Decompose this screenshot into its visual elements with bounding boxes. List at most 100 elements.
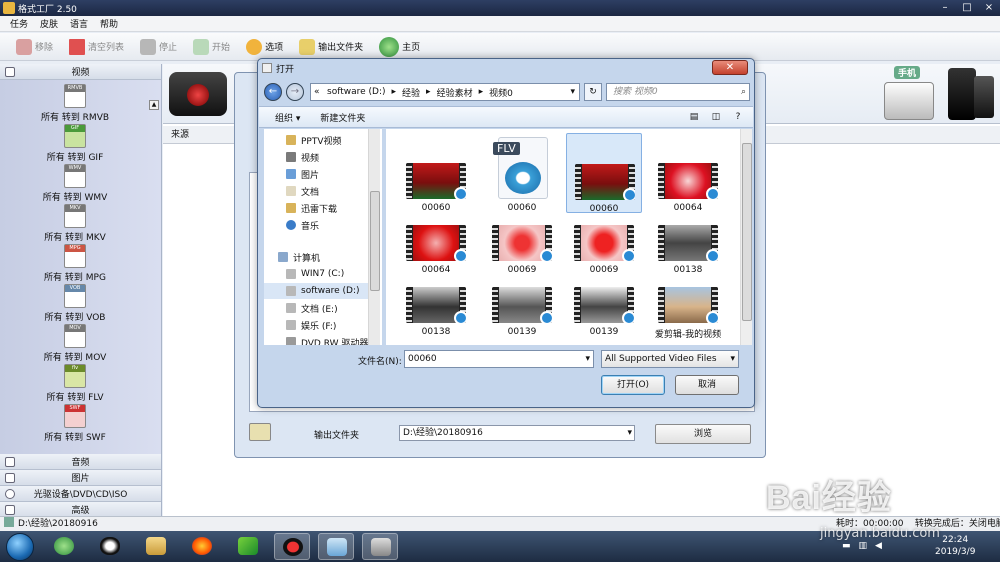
close-icon[interactable]: × bbox=[978, 0, 1000, 16]
format-mov[interactable]: MOV 所有 转到 MOV bbox=[0, 324, 150, 363]
home-button[interactable]: 主页 bbox=[373, 36, 426, 58]
breadcrumb-current[interactable]: 视频0 bbox=[489, 86, 513, 99]
task-qq[interactable] bbox=[92, 533, 128, 560]
remove-icon bbox=[16, 38, 32, 55]
sidebar-video-header[interactable]: 视频 bbox=[0, 64, 161, 80]
stop-button[interactable]: 停止 bbox=[134, 36, 183, 58]
browse-button[interactable]: 浏览 bbox=[655, 424, 751, 444]
task-video-app[interactable] bbox=[230, 533, 266, 560]
maximize-icon[interactable]: □ bbox=[956, 0, 978, 16]
nav-item-dvd[interactable]: DVD RW 驱动器 bbox=[286, 334, 368, 345]
breadcrumb-folder[interactable]: 经验 bbox=[402, 86, 420, 99]
nav-item-pictures[interactable]: 图片 bbox=[286, 166, 319, 182]
nav-item-label: 图片 bbox=[301, 170, 320, 181]
audio-label: 音频 bbox=[71, 458, 90, 468]
format-vob[interactable]: VOB 所有 转到 VOB bbox=[0, 284, 150, 323]
file-item[interactable]: 00138 bbox=[398, 257, 474, 337]
image-section-icon bbox=[5, 473, 15, 483]
output-folder-button[interactable]: 输出文件夹 bbox=[293, 36, 369, 58]
nav-item-drive-d[interactable]: software (D:) bbox=[264, 283, 374, 299]
nav-item-drive-e[interactable]: 文档 (E:) bbox=[286, 300, 338, 316]
task-recorder[interactable] bbox=[274, 533, 310, 560]
file-name: 爱剪辑-我的视频 bbox=[654, 330, 722, 340]
menu-help[interactable]: 帮助 bbox=[100, 17, 118, 30]
format-rmvb[interactable]: RMVB 所有 转到 RMVB bbox=[0, 84, 150, 123]
nav-scroll-thumb[interactable] bbox=[370, 191, 380, 291]
menu-language[interactable]: 语言 bbox=[70, 17, 88, 30]
phone-icon-2 bbox=[974, 76, 994, 118]
nav-item-documents[interactable]: 文档 bbox=[286, 183, 319, 199]
video-thumbnail bbox=[574, 225, 634, 261]
task-app-green[interactable] bbox=[46, 533, 82, 560]
menu-skin[interactable]: 皮肤 bbox=[40, 17, 58, 30]
nav-item-pptv[interactable]: PPTV视频 bbox=[286, 132, 342, 148]
filename-input[interactable]: 00060 ▾ bbox=[404, 350, 594, 368]
record-icon bbox=[283, 538, 303, 556]
output-path-select[interactable]: D:\经验\20180916 ▾ bbox=[399, 425, 635, 441]
nav-item-thunder[interactable]: 迅雷下载 bbox=[286, 200, 337, 216]
dialog-title: 打开 bbox=[276, 65, 295, 75]
format-flv[interactable]: flv 所有 转到 FLV bbox=[0, 364, 150, 403]
start-button[interactable]: 开始 bbox=[187, 36, 236, 58]
nav-item-drive-f[interactable]: 娱乐 (F:) bbox=[286, 317, 336, 333]
scroll-up-icon[interactable]: ▲ bbox=[149, 100, 159, 110]
view-icon[interactable]: ▤ bbox=[687, 110, 701, 124]
task-camera[interactable] bbox=[362, 533, 398, 560]
dialog-close-button[interactable]: ✕ bbox=[712, 60, 748, 75]
sidebar-audio-header[interactable]: 音频 bbox=[0, 454, 161, 470]
nav-item-computer[interactable]: 计算机 bbox=[278, 249, 320, 265]
format-wmv[interactable]: WMV 所有 转到 WMV bbox=[0, 164, 150, 203]
address-bar[interactable]: « software (D:) ▸ 经验 ▸ 经验素材 ▸ 视频0 ▾ bbox=[310, 83, 580, 101]
options-button[interactable]: 选项 bbox=[240, 36, 289, 58]
camera-icon bbox=[371, 538, 391, 556]
toolbar: 移除 清空列表 停止 开始 选项 输出文件夹 主页 bbox=[0, 33, 1000, 61]
chevron-down-icon[interactable]: ▾ bbox=[570, 87, 575, 97]
file-view-scrollbar[interactable] bbox=[740, 129, 752, 345]
format-mpg[interactable]: MPG 所有 转到 MPG bbox=[0, 244, 150, 283]
organize-button[interactable]: 组织 ▾ bbox=[275, 111, 300, 124]
breadcrumb-folder[interactable]: 经验素材 bbox=[437, 86, 473, 99]
nav-scrollbar[interactable] bbox=[368, 129, 380, 345]
sidebar-disc-header[interactable]: 光驱设备\DVD\CD\ISO bbox=[0, 486, 161, 502]
file-type-select[interactable]: All Supported Video Files ▾ bbox=[601, 350, 739, 368]
search-input[interactable]: 搜索 视频0 ⌕ bbox=[606, 83, 750, 101]
format-mkv[interactable]: MKV 所有 转到 MKV bbox=[0, 204, 150, 243]
preview-pane-icon[interactable]: ◫ bbox=[709, 110, 723, 124]
nav-item-label: 视频 bbox=[301, 153, 320, 164]
file-view-scroll-thumb[interactable] bbox=[742, 143, 752, 321]
drive-icon bbox=[286, 286, 296, 296]
remove-button[interactable]: 移除 bbox=[10, 36, 59, 58]
new-folder-button[interactable]: 新建文件夹 bbox=[320, 111, 365, 124]
sidebar-image-header[interactable]: 图片 bbox=[0, 470, 161, 486]
format-gif[interactable]: GIF 所有 转到 GIF bbox=[0, 124, 150, 163]
mobile-device-panel[interactable]: 手机 bbox=[880, 66, 998, 122]
output-folder-icon[interactable] bbox=[249, 423, 271, 441]
file-item[interactable]: 爱剪辑-我的视频 bbox=[650, 257, 726, 340]
clear-list-button[interactable]: 清空列表 bbox=[63, 36, 130, 58]
breadcrumb-drive[interactable]: software (D:) bbox=[327, 87, 386, 97]
forward-icon[interactable]: → bbox=[286, 83, 304, 101]
refresh-icon[interactable]: ↻ bbox=[584, 83, 602, 101]
open-button[interactable]: 打开(O) bbox=[601, 375, 665, 395]
file-item[interactable]: 00139 bbox=[484, 257, 560, 337]
menu-task[interactable]: 任务 bbox=[10, 17, 28, 30]
video-thumbnail bbox=[492, 225, 552, 261]
format-swf[interactable]: SWF 所有 转到 SWF bbox=[0, 404, 150, 443]
firefox-icon bbox=[192, 537, 212, 555]
nav-item-videos[interactable]: 视频 bbox=[286, 149, 319, 165]
cancel-button[interactable]: 取消 bbox=[675, 375, 739, 395]
task-format-factory[interactable] bbox=[318, 533, 354, 560]
nav-item-music[interactable]: 音乐 bbox=[286, 217, 319, 233]
chevron-down-icon[interactable]: ▾ bbox=[585, 351, 590, 367]
back-icon[interactable]: ← bbox=[264, 83, 282, 101]
file-item[interactable]: 00139 bbox=[566, 257, 642, 337]
drive-icon bbox=[286, 269, 296, 279]
nav-item-drive-c[interactable]: WIN7 (C:) bbox=[286, 266, 344, 282]
file-view: 00060 FLV 00060 00060 00064 00064 00069 bbox=[386, 129, 750, 345]
start-button[interactable] bbox=[6, 533, 34, 561]
minimize-icon[interactable]: – bbox=[934, 0, 956, 16]
task-firefox[interactable] bbox=[184, 533, 220, 560]
help-icon[interactable]: ? bbox=[731, 110, 745, 124]
task-explorer[interactable] bbox=[138, 533, 174, 560]
search-icon: ⌕ bbox=[740, 87, 746, 97]
